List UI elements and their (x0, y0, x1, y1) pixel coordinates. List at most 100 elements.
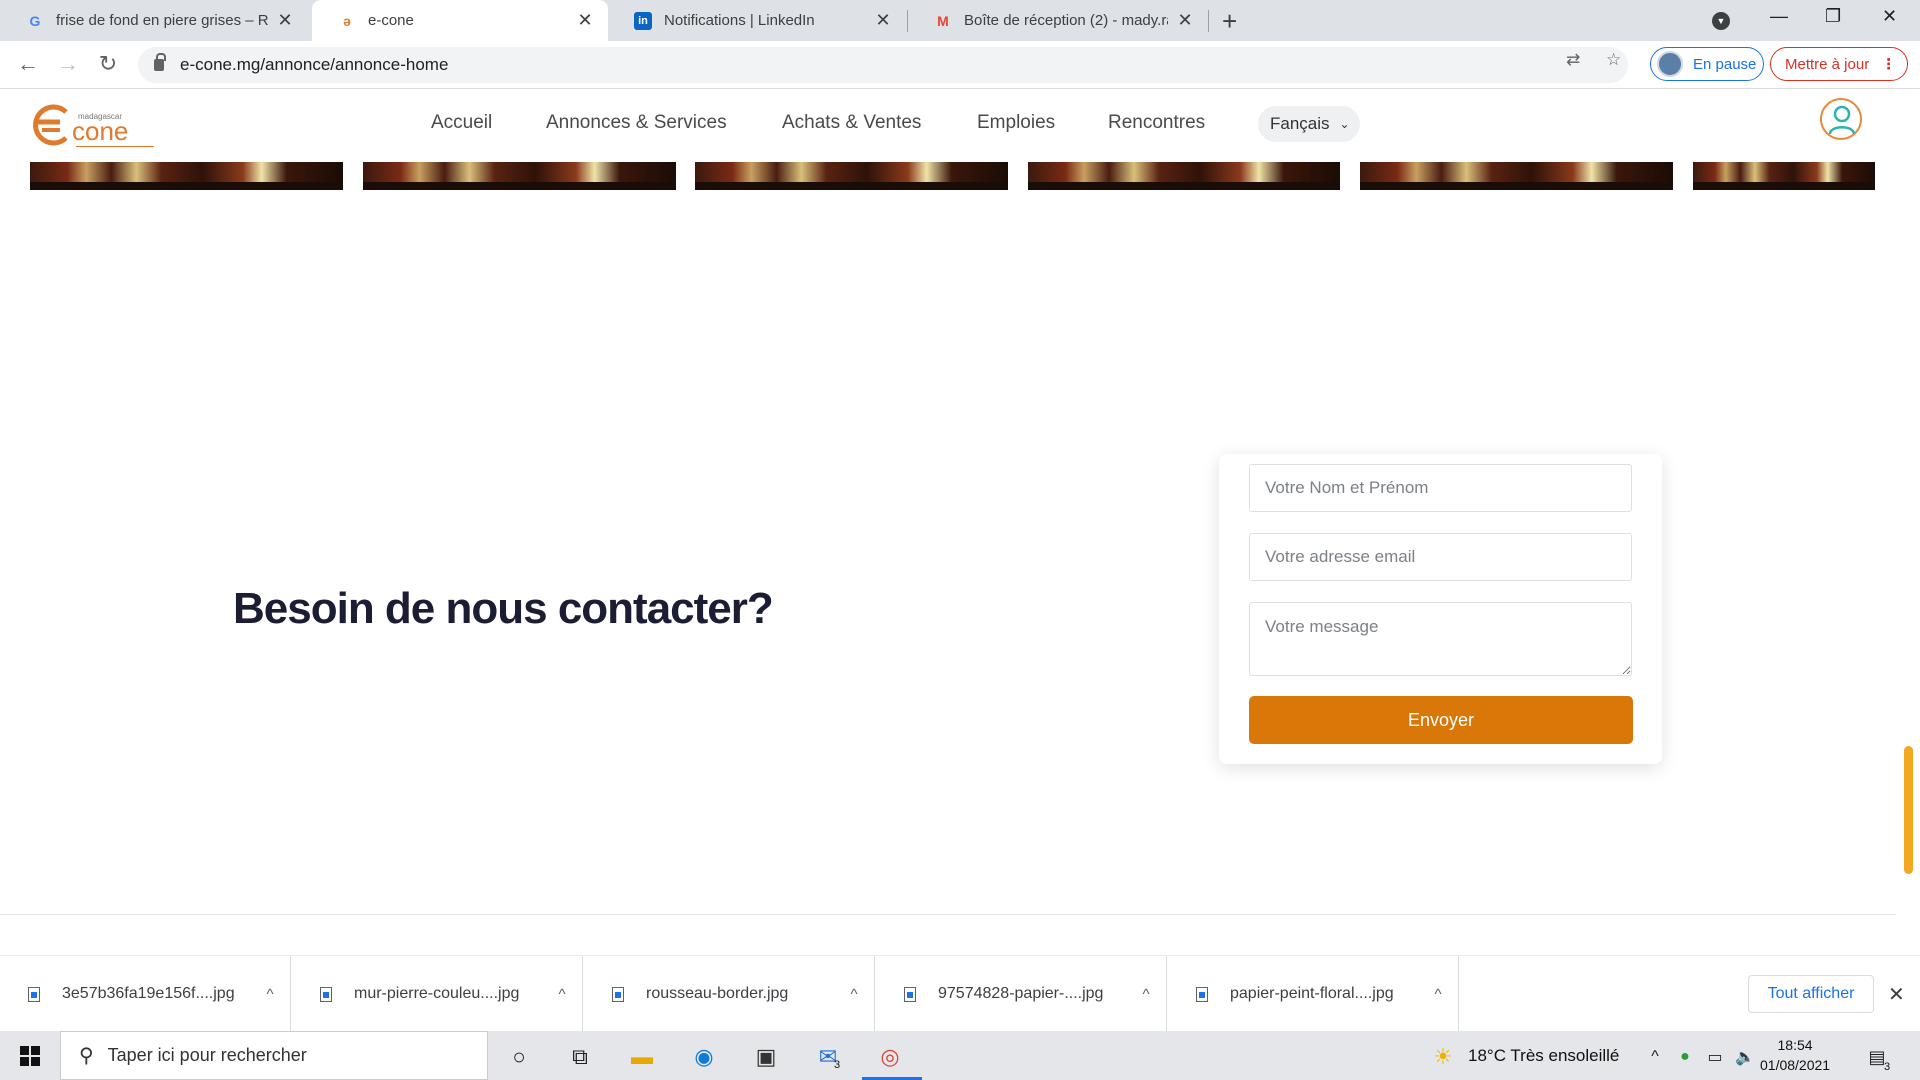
edge-icon[interactable]: ◉ (689, 1042, 719, 1072)
file-icon (612, 986, 624, 1002)
weather-sun-icon[interactable]: ☀ (1428, 1042, 1458, 1072)
contact-heading: Besoin de nous contacter? (233, 584, 774, 633)
file-icon (1196, 986, 1208, 1002)
close-icon[interactable]: ✕ (1176, 10, 1194, 31)
download-item[interactable]: mur-pierre-couleu....jpg ^ (292, 956, 583, 1032)
bookmark-star-icon[interactable]: ☆ (1606, 50, 1621, 70)
reload-icon[interactable]: ↻ (94, 51, 122, 77)
send-button[interactable]: Envoyer (1249, 696, 1633, 744)
restore-icon[interactable]: ❐ (1825, 6, 1841, 27)
chevron-up-icon[interactable]: ^ (1126, 986, 1166, 1003)
tab-title: e-cone (368, 12, 414, 29)
chevron-up-icon[interactable]: ^ (834, 986, 874, 1003)
tab-search-icon[interactable]: ▼ (1712, 12, 1730, 30)
url-text: e-cone.mg/annonce/annonce-home (180, 55, 449, 74)
chevron-up-icon[interactable]: ^ (1640, 1042, 1670, 1072)
logo-underline (76, 146, 154, 147)
file-icon (320, 986, 332, 1002)
close-icon[interactable]: ✕ (576, 10, 594, 31)
lock-icon[interactable] (154, 53, 166, 71)
download-item[interactable]: papier-peint-floral....jpg ^ (1168, 956, 1459, 1032)
update-button[interactable]: Mettre à jour ⋮ (1770, 47, 1908, 81)
file-icon (904, 986, 916, 1002)
linkedin-icon: in (634, 11, 652, 30)
weather-text[interactable]: 18°C Très ensoleillé (1468, 1046, 1619, 1066)
chevron-down-icon: ⌄ (1339, 117, 1350, 131)
download-item[interactable]: 3e57b36fa19e156f....jpg ^ (0, 956, 291, 1032)
tab-linkedin[interactable]: in Notifications | LinkedIn ✕ (608, 0, 906, 41)
chrome-icon[interactable]: ◎ (875, 1042, 905, 1072)
divider (0, 914, 1896, 915)
date: 01/08/2021 (1760, 1057, 1831, 1073)
file-explorer-icon[interactable]: ▬ (627, 1042, 657, 1072)
browser-toolbar: ← → ↻ e-cone.mg/annonce/annonce-home ⇄ ☆… (0, 41, 1920, 89)
user-account-icon[interactable] (1820, 98, 1862, 140)
chevron-up-icon[interactable]: ^ (250, 986, 290, 1003)
download-filename: 3e57b36fa19e156f....jpg (62, 985, 235, 1002)
nav-rencontres[interactable]: Rencontres (1108, 112, 1205, 134)
logo-text: cone (72, 116, 129, 146)
chevron-up-icon[interactable]: ^ (1418, 986, 1458, 1003)
download-filename: rousseau-border.jpg (646, 985, 789, 1002)
email-field[interactable] (1249, 533, 1632, 581)
e-cone-logo-icon (33, 104, 68, 146)
close-icon[interactable]: ✕ (874, 10, 892, 31)
close-icon[interactable]: ✕ (1888, 982, 1905, 1007)
download-filename: mur-pierre-couleu....jpg (354, 985, 520, 1002)
download-filename: papier-peint-floral....jpg (1230, 985, 1394, 1002)
message-field[interactable] (1249, 602, 1632, 676)
minimize-icon[interactable]: — (1770, 6, 1788, 27)
forward-icon[interactable]: → (54, 51, 82, 77)
address-bar[interactable]: e-cone.mg/annonce/annonce-home (138, 47, 1628, 83)
tab-e-cone[interactable]: ə e-cone ✕ (312, 0, 608, 41)
cortana-icon[interactable]: ○ (504, 1042, 534, 1072)
chevron-up-icon[interactable]: ^ (542, 986, 582, 1003)
nav-accueil[interactable]: Accueil (431, 112, 492, 134)
scrollbar[interactable] (1904, 746, 1913, 874)
download-bar: 3e57b36fa19e156f....jpg ^ mur-pierre-cou… (0, 955, 1920, 1032)
nav-achats-ventes[interactable]: Achats & Ventes (782, 112, 921, 134)
site-logo[interactable]: madagascar cone (28, 98, 154, 154)
translate-icon[interactable]: ⇄ (1566, 50, 1580, 70)
windows-start-icon[interactable] (20, 1046, 40, 1066)
language-label: Fançais (1270, 114, 1330, 133)
banner-image (1693, 162, 1875, 190)
download-item[interactable]: 97574828-papier-....jpg ^ (876, 956, 1167, 1032)
close-window-icon[interactable]: ✕ (1882, 6, 1897, 27)
taskbar-search-input[interactable]: ⚲ Taper ici pour rechercher (60, 1031, 488, 1080)
tab-gmail[interactable]: M Boîte de réception (2) - mady.ras ✕ (908, 0, 1208, 41)
contact-form: Envoyer (1219, 454, 1662, 764)
language-selector[interactable]: Fançais ⌄ (1258, 106, 1360, 142)
avatar (1657, 51, 1683, 77)
new-tab-button[interactable]: + (1222, 8, 1237, 34)
clock[interactable]: 18:54 01/08/2021 (1760, 1035, 1830, 1075)
volume-icon[interactable]: 🔈 (1730, 1042, 1760, 1072)
profile-paused-button[interactable]: En pause (1650, 47, 1764, 81)
e-cone-icon: ə (343, 12, 351, 29)
name-field[interactable] (1249, 464, 1632, 512)
site-header: madagascar cone Accueil Annonces & Servi… (0, 90, 1900, 162)
nav-annonces-services[interactable]: Annonces & Services (546, 112, 727, 134)
browser-tab-strip: G frise de fond en piere grises – Re ✕ ə… (0, 0, 1920, 41)
download-item[interactable]: rousseau-border.jpg ^ (584, 956, 875, 1032)
close-icon[interactable]: ✕ (276, 10, 294, 31)
banner-image (1360, 162, 1673, 190)
more-menu-icon: ⋮ (1881, 56, 1897, 73)
gmail-icon: M (937, 12, 949, 29)
mail-badge: 3 (834, 1059, 841, 1071)
banner-image (363, 162, 676, 190)
search-placeholder: Taper ici pour rechercher (107, 1045, 307, 1065)
tab-frise-de-fond[interactable]: G frise de fond en piere grises – Re ✕ (0, 0, 308, 41)
show-all-downloads-button[interactable]: Tout afficher (1748, 975, 1874, 1013)
battery-icon[interactable]: ▭ (1700, 1042, 1730, 1072)
store-icon[interactable]: ▣ (751, 1042, 781, 1072)
nav-emploies[interactable]: Emploies (977, 112, 1055, 134)
file-icon (28, 986, 40, 1002)
tab-title: Notifications | LinkedIn (664, 12, 815, 29)
notification-count: 3 (1884, 1061, 1891, 1073)
download-filename: 97574828-papier-....jpg (938, 985, 1104, 1002)
update-label: Mettre à jour (1785, 55, 1870, 73)
task-view-icon[interactable]: ⧉ (565, 1042, 595, 1072)
back-icon[interactable]: ← (14, 51, 42, 77)
network-icon[interactable]: ● (1670, 1042, 1700, 1072)
